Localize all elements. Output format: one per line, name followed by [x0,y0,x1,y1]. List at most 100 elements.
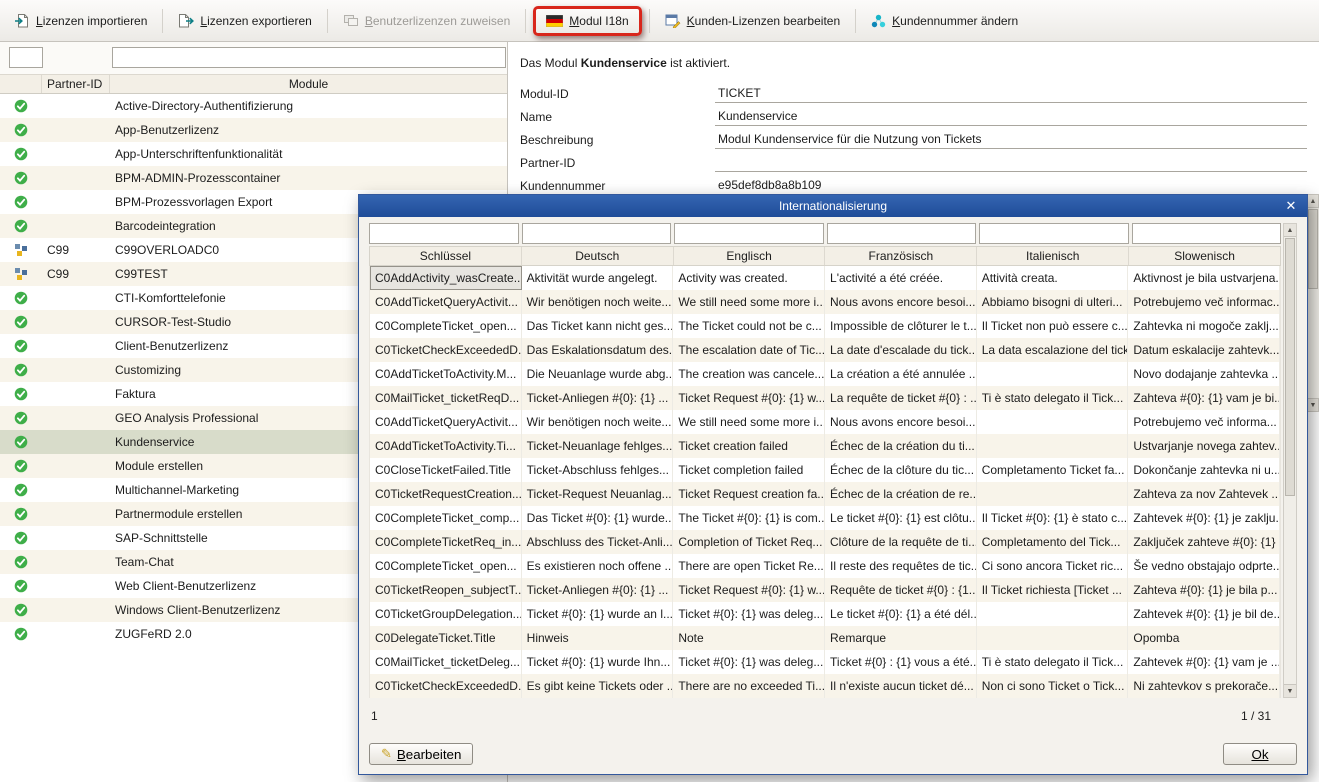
filter-input-schluessel[interactable] [369,223,519,244]
module-row[interactable]: Active-Directory-Authentifizierung [0,94,507,118]
i18n-cell[interactable] [977,410,1129,434]
i18n-cell[interactable]: C0DelegateTicket.Title [370,626,522,650]
kundennummer-field[interactable]: e95def8db8a8b109 [715,176,1307,195]
i18n-cell[interactable]: C0MailTicket_ticketReqD... [370,386,522,410]
i18n-cell[interactable]: Zahtevek #{0}: {1} vam je ... [1128,650,1280,674]
i18n-cell[interactable]: Aktivität wurde angelegt. [522,266,674,290]
i18n-cell[interactable]: Ticket #{0}: {1} was deleg... [673,602,825,626]
i18n-cell[interactable]: C0CompleteTicketReq_in... [370,530,522,554]
i18n-cell[interactable]: Remarque [825,626,977,650]
i18n-cell[interactable]: Échec de la création du ti... [825,434,977,458]
edit-customer-licenses-button[interactable]: Kunden-Lizenzen bearbeiten [657,8,848,33]
i18n-cell[interactable]: Ticket completion failed [673,458,825,482]
beschreibung-field[interactable]: Modul Kundenservice für die Nutzung von … [715,130,1307,149]
filter-input-italienisch[interactable] [979,223,1129,244]
i18n-cell[interactable]: The Ticket #{0}: {1} is com... [673,506,825,530]
i18n-row[interactable]: C0CloseTicketFailed.TitleTicket-Abschlus… [370,458,1280,482]
i18n-cell[interactable]: Hinweis [522,626,674,650]
module-column-header[interactable]: Module [110,75,507,93]
i18n-cell[interactable]: C0TicketReopen_subjectT... [370,578,522,602]
scrollbar-thumb[interactable] [1308,209,1318,289]
scroll-down-icon[interactable]: ▼ [1284,684,1296,697]
i18n-cell[interactable]: C0MailTicket_ticketDeleg... [370,650,522,674]
column-header-franzoesisch[interactable]: Französisch [825,247,977,265]
i18n-cell[interactable]: The creation was cancele... [673,362,825,386]
i18n-cell[interactable]: L'activité a été créée. [825,266,977,290]
filter-input-englisch[interactable] [674,223,824,244]
module-row[interactable]: BPM-ADMIN-Prozesscontainer [0,166,507,190]
i18n-cell[interactable]: Ticket #{0}: {1} wurde Ihn... [522,650,674,674]
i18n-row[interactable]: C0AddTicketQueryActivit...Wir benötigen … [370,410,1280,434]
i18n-cell[interactable]: C0TicketGroupDelegation... [370,602,522,626]
change-customer-number-button[interactable]: Kundennummer ändern [863,9,1026,33]
i18n-cell[interactable]: Zahteva za nov Zahtevek ... [1128,482,1280,506]
i18n-cell[interactable]: C0AddActivity_wasCreate... [370,266,522,290]
i18n-cell[interactable] [977,482,1129,506]
i18n-row[interactable]: C0AddTicketToActivity.M...Die Neuanlage … [370,362,1280,386]
i18n-cell[interactable]: Wir benötigen noch weite... [522,290,674,314]
i18n-cell[interactable]: Le ticket #{0}: {1} est clôtu... [825,506,977,530]
scroll-up-icon[interactable]: ▲ [1284,224,1296,237]
i18n-cell[interactable]: Potrebujemo več informa... [1128,410,1280,434]
i18n-cell[interactable]: Ci sono ancora Ticket ric... [977,554,1129,578]
i18n-cell[interactable]: There are no exceeded Ti... [673,674,825,698]
i18n-cell[interactable]: Nous avons encore besoi... [825,410,977,434]
i18n-cell[interactable]: C0AddTicketQueryActivit... [370,290,522,314]
i18n-cell[interactable]: La création a été annulée ... [825,362,977,386]
i18n-cell[interactable]: Ticket-Neuanlage fehlges... [522,434,674,458]
i18n-cell[interactable]: Completamento del Tick... [977,530,1129,554]
i18n-cell[interactable]: Das Eskalationsdatum des... [522,338,674,362]
partner-id-field[interactable] [715,153,1307,172]
i18n-cell[interactable]: We still need some more i... [673,290,825,314]
i18n-cell[interactable]: Abschluss des Ticket-Anli... [522,530,674,554]
dialog-titlebar[interactable]: Internationalisierung ✕ [359,195,1307,217]
i18n-cell[interactable]: Zaključek zahteve #{0}: {1} [1128,530,1280,554]
i18n-cell[interactable]: C0AddTicketToActivity.Ti... [370,434,522,458]
i18n-row[interactable]: C0CompleteTicket_open...Das Ticket kann … [370,314,1280,338]
i18n-cell[interactable]: La requête de ticket #{0} : ... [825,386,977,410]
i18n-cell[interactable]: C0AddTicketToActivity.M... [370,362,522,386]
i18n-row[interactable]: C0CompleteTicket_comp...Das Ticket #{0}:… [370,506,1280,530]
i18n-cell[interactable]: Ti è stato delegato il Tick... [977,650,1129,674]
i18n-cell[interactable]: The Ticket could not be c... [673,314,825,338]
i18n-cell[interactable]: Échec de la clôture du tic... [825,458,977,482]
close-icon[interactable]: ✕ [1282,195,1300,217]
i18n-cell[interactable]: C0CompleteTicket_open... [370,314,522,338]
filter-input-franzoesisch[interactable] [827,223,977,244]
partner-id-column-header[interactable]: Partner-ID [42,75,110,93]
ok-button[interactable]: Ok [1223,743,1297,765]
modul-i18n-button[interactable]: Modul I18n [538,9,636,33]
i18n-cell[interactable]: Novo dodajanje zahtevka ... [1128,362,1280,386]
i18n-cell[interactable]: C0CompleteTicket_comp... [370,506,522,530]
i18n-cell[interactable]: Ni zahtevkov s prekorače... [1128,674,1280,698]
i18n-cell[interactable]: Aktivnost je bila ustvarjena. [1128,266,1280,290]
i18n-cell[interactable]: Zahteva #{0}: {1} vam je bi... [1128,386,1280,410]
filter-input-deutsch[interactable] [522,223,672,244]
i18n-cell[interactable]: C0AddTicketQueryActivit... [370,410,522,434]
i18n-row[interactable]: C0TicketGroupDelegation... Ticket #{0}: {… [370,602,1280,626]
column-header-italienisch[interactable]: Italienisch [977,247,1129,265]
i18n-cell[interactable]: There are open Ticket Re... [673,554,825,578]
module-row[interactable]: App-Unterschriftenfunktionalität [0,142,507,166]
i18n-cell[interactable] [977,602,1129,626]
i18n-cell[interactable]: Impossible de clôturer le t... [825,314,977,338]
i18n-cell[interactable] [977,434,1129,458]
module-row[interactable]: App-Benutzerlizenz [0,118,507,142]
i18n-cell[interactable] [977,362,1129,386]
i18n-row[interactable]: C0MailTicket_ticketDeleg...Ticket #{0}: … [370,650,1280,674]
i18n-cell[interactable]: Das Ticket #{0}: {1} wurde... [522,506,674,530]
i18n-row[interactable]: C0MailTicket_ticketReqD...Ticket-Anliege… [370,386,1280,410]
i18n-cell[interactable]: Še vedno obstajajo odprte... [1128,554,1280,578]
i18n-cell[interactable]: C0TicketCheckExceededD... [370,674,522,698]
i18n-cell[interactable]: Completamento Ticket fa... [977,458,1129,482]
i18n-cell[interactable]: Non ci sono Ticket o Tick... [977,674,1129,698]
i18n-row[interactable]: C0CompleteTicketReq_in...Abschluss des T… [370,530,1280,554]
i18n-cell[interactable]: Ti è stato delegato il Tick... [977,386,1129,410]
i18n-cell[interactable]: Attività creata. [977,266,1129,290]
i18n-cell[interactable]: Die Neuanlage wurde abg... [522,362,674,386]
scroll-up-icon[interactable]: ▲ [1307,194,1319,208]
column-header-deutsch[interactable]: Deutsch [522,247,674,265]
i18n-cell[interactable]: Dokončanje zahtevka ni u... [1128,458,1280,482]
i18n-cell[interactable]: Note [673,626,825,650]
i18n-cell[interactable]: La data escalazione del tick... [977,338,1129,362]
